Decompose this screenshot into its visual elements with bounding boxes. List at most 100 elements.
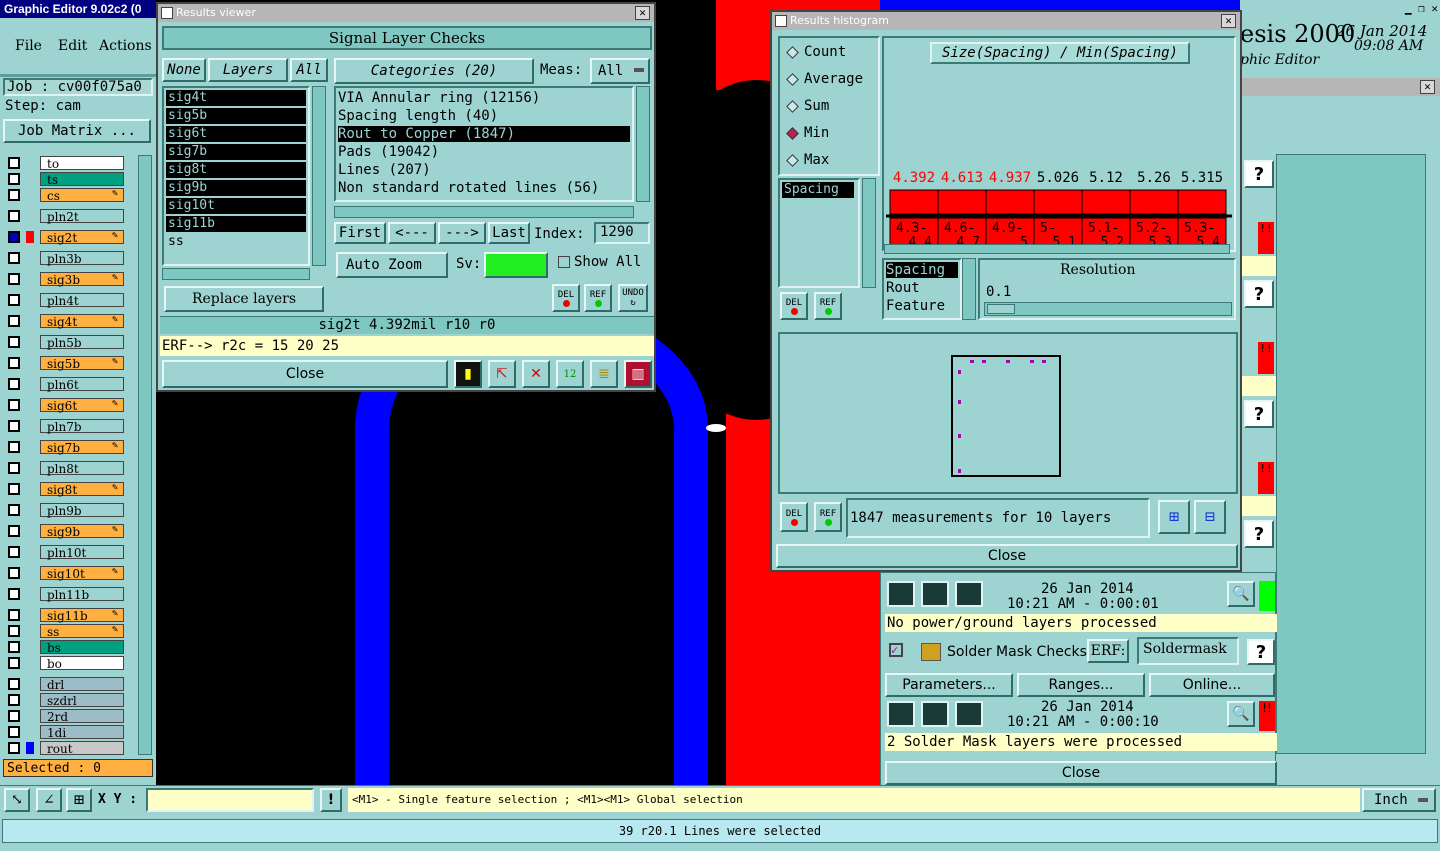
layer-name[interactable]: bs xyxy=(40,640,124,655)
histogram-bar[interactable] xyxy=(1129,189,1179,215)
result-layer-item[interactable]: sig5b xyxy=(166,108,306,124)
mode-option[interactable]: Min xyxy=(786,125,876,143)
layer-name[interactable]: pln11b xyxy=(40,587,124,602)
layer-name[interactable]: drl xyxy=(40,677,124,692)
layer-checkbox[interactable] xyxy=(8,625,20,637)
layer-row[interactable]: ss ✎ xyxy=(6,624,124,639)
histogram-bar[interactable] xyxy=(1177,189,1227,215)
layer-name[interactable]: ts xyxy=(40,172,124,187)
layer-checkbox[interactable] xyxy=(8,231,20,243)
histogram-close-button[interactable]: Close xyxy=(776,544,1238,568)
layer-row[interactable]: sig4t ✎ xyxy=(6,314,124,329)
index-input[interactable]: 1290 xyxy=(594,222,650,244)
layer-row[interactable]: sig7b ✎ xyxy=(6,440,124,455)
result-layer-item[interactable]: sig6t xyxy=(166,126,306,142)
layer-checkbox[interactable] xyxy=(8,462,20,474)
layer-checkbox[interactable] xyxy=(8,378,20,390)
run-icon[interactable] xyxy=(955,701,983,727)
layer-name[interactable]: bo xyxy=(40,656,124,671)
layer-list-vscroll[interactable] xyxy=(312,86,326,266)
layer-row[interactable]: sig2t ✎ xyxy=(6,230,124,245)
first-button[interactable]: First xyxy=(334,222,386,244)
replace-layers-button[interactable]: Replace layers xyxy=(164,286,324,312)
run2-icons[interactable] xyxy=(887,701,997,727)
result-layer-item[interactable]: sig10t xyxy=(166,198,306,214)
mode-option[interactable]: Average xyxy=(786,71,876,89)
layer-name[interactable]: pln2t xyxy=(40,209,124,224)
undo-button[interactable]: UNDO ↻ xyxy=(618,284,648,312)
help-button[interactable]: ? xyxy=(1247,639,1275,665)
run-icon[interactable] xyxy=(887,581,915,607)
measure-type-item[interactable]: Spacing xyxy=(782,182,854,198)
layer-checkbox[interactable] xyxy=(8,694,20,706)
export-icon[interactable]: ⇱ xyxy=(488,360,516,388)
layer-name[interactable]: pln7b xyxy=(40,419,124,434)
solder-check-box[interactable]: ✓ xyxy=(889,643,903,657)
run-icon[interactable] xyxy=(921,581,949,607)
result-layer-item[interactable]: sig4t xyxy=(166,90,306,106)
category-hscroll[interactable] xyxy=(334,206,634,218)
layer-name[interactable]: pln4t xyxy=(40,293,124,308)
layer-row[interactable]: pln7b xyxy=(6,419,124,434)
ranges-button[interactable]: Ranges... xyxy=(1017,673,1145,697)
auto-zoom-button[interactable]: Auto Zoom xyxy=(336,252,448,278)
layer-checkbox[interactable] xyxy=(8,546,20,558)
measure-type-list[interactable]: Spacing xyxy=(778,178,860,288)
layer-row[interactable]: pln6t xyxy=(6,377,124,392)
layer-name[interactable]: rout xyxy=(40,741,124,756)
preview-del-button[interactable]: DEL xyxy=(780,502,808,532)
measure-tool-icon[interactable]: ▮ xyxy=(454,360,482,388)
hist-ref-button[interactable]: REF xyxy=(814,292,842,320)
layer-row[interactable]: sig10t ✎ xyxy=(6,566,124,581)
layer-checkbox[interactable] xyxy=(8,483,20,495)
layer-checkbox[interactable] xyxy=(8,726,20,738)
layer-list-hscroll[interactable] xyxy=(162,268,310,280)
select-tool-icon[interactable]: ⤡ xyxy=(4,788,30,812)
zoom-icon[interactable]: 🔍 xyxy=(1227,701,1255,727)
all-button[interactable]: All xyxy=(290,58,328,82)
layer-checkbox[interactable] xyxy=(8,173,20,185)
layer-checkbox[interactable] xyxy=(8,294,20,306)
histogram-bar[interactable] xyxy=(1033,189,1083,215)
sv-color-dropdown[interactable] xyxy=(484,252,548,278)
layer-checkbox[interactable] xyxy=(8,441,20,453)
layer-row[interactable]: sig3b ✎ xyxy=(6,272,124,287)
category-item[interactable]: Pads (19042) xyxy=(338,144,630,160)
del-button[interactable]: DEL xyxy=(552,284,580,312)
zoom-home-icon[interactable]: ⊟ xyxy=(1194,500,1226,534)
layer-row[interactable]: pln5b xyxy=(6,335,124,350)
result-layer-item[interactable]: sig7b xyxy=(166,144,306,160)
layer-row[interactable]: drl xyxy=(6,677,124,692)
count-icon[interactable]: 12 xyxy=(556,360,584,388)
layer-row[interactable]: pln10t xyxy=(6,545,124,560)
layer-row[interactable]: pln11b xyxy=(6,587,124,602)
category-item[interactable]: VIA Annular ring (12156) xyxy=(338,90,630,106)
layer-checkbox[interactable] xyxy=(8,609,20,621)
layer-checkbox[interactable] xyxy=(8,157,20,169)
layer-checkbox[interactable] xyxy=(8,420,20,432)
measure-angle-icon[interactable]: ∠ xyxy=(36,788,62,812)
run-icon[interactable] xyxy=(955,581,983,607)
mode-option[interactable]: Count xyxy=(786,44,876,62)
layer-select-list[interactable]: sig4t sig5b sig6t sig7b sig8t sig9b sig10t sig1… xyxy=(162,86,310,266)
sub-close-icon[interactable]: ✕ xyxy=(1420,80,1435,94)
category-vscroll[interactable] xyxy=(636,86,650,202)
category-item[interactable]: Non standard rotated lines (56) xyxy=(338,180,630,196)
result-layer-item[interactable]: sig11b xyxy=(166,216,306,232)
help-button[interactable]: ? xyxy=(1244,160,1274,188)
layer-name[interactable]: to xyxy=(40,156,124,171)
category-item[interactable]: Spacing length (40) xyxy=(338,108,630,124)
checks-close-button[interactable]: Close xyxy=(885,761,1277,785)
layer-checkbox[interactable] xyxy=(8,588,20,600)
layer-checkbox[interactable] xyxy=(8,567,20,579)
layer-row[interactable]: pln3b xyxy=(6,251,124,266)
slider-handle[interactable] xyxy=(987,304,1015,314)
histogram-close-icon[interactable]: ✕ xyxy=(1221,14,1236,28)
hist-del-button[interactable]: DEL xyxy=(780,292,808,320)
histogram-bar[interactable] xyxy=(985,189,1035,215)
layer-checkbox[interactable] xyxy=(8,210,20,222)
mode-option[interactable]: Max xyxy=(786,152,876,170)
layer-row[interactable]: pln2t xyxy=(6,209,124,224)
layer-row[interactable]: to xyxy=(6,156,124,171)
erf-input[interactable]: Soldermask xyxy=(1137,637,1239,665)
